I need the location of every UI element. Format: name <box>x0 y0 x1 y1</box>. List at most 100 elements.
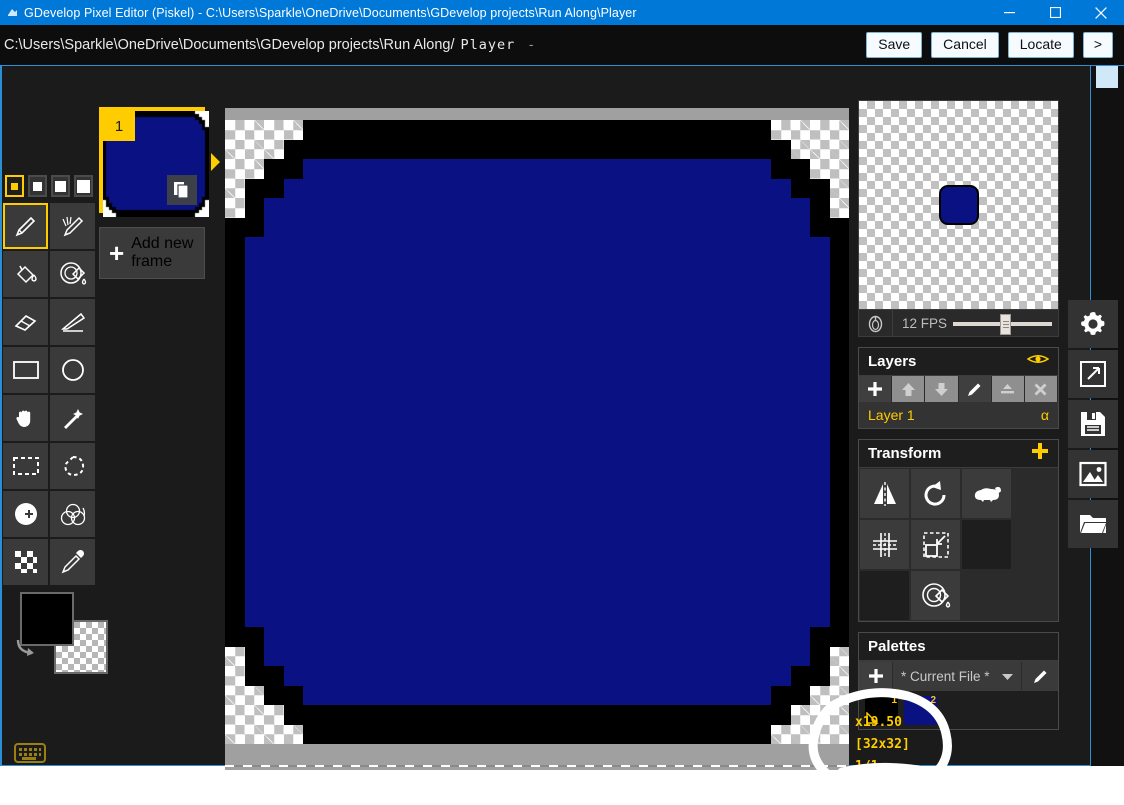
sprite-pixel[interactable] <box>654 159 674 179</box>
pen-size-3[interactable] <box>51 175 70 197</box>
sprite-pixel[interactable] <box>498 295 518 315</box>
sprite-pixel[interactable] <box>517 315 537 335</box>
sprite-pixel[interactable] <box>810 529 830 549</box>
sprite-pixel[interactable] <box>264 159 284 179</box>
magic-wand-tool[interactable] <box>50 395 95 441</box>
sprite-pixel[interactable] <box>342 334 362 354</box>
sprite-pixel[interactable] <box>556 549 576 569</box>
sprite-pixel[interactable] <box>342 432 362 452</box>
sprite-pixel[interactable] <box>459 120 479 140</box>
sprite-pixel[interactable] <box>654 139 674 159</box>
sprite-pixel[interactable] <box>537 451 557 471</box>
sprite-pixel[interactable] <box>556 588 576 608</box>
sprite-pixel[interactable] <box>751 315 771 335</box>
sprite-pixel[interactable] <box>322 373 342 393</box>
sprite-pixel[interactable] <box>556 451 576 471</box>
sprite-pixel[interactable] <box>264 198 284 218</box>
sprite-pixel[interactable] <box>439 295 459 315</box>
sprite-pixel[interactable] <box>420 393 440 413</box>
sprite-pixel[interactable] <box>322 139 342 159</box>
sprite-pixel[interactable] <box>498 198 518 218</box>
sprite-pixel[interactable] <box>829 159 849 179</box>
sprite-pixel[interactable] <box>264 334 284 354</box>
sprite-pixel[interactable] <box>459 568 479 588</box>
sprite-pixel[interactable] <box>342 568 362 588</box>
sprite-pixel[interactable] <box>498 705 518 725</box>
sprite-pixel[interactable] <box>439 646 459 666</box>
sprite-pixel[interactable] <box>498 490 518 510</box>
rotate-button[interactable] <box>911 469 960 518</box>
sprite-pixel[interactable] <box>556 705 576 725</box>
sprite-pixel[interactable] <box>615 178 635 198</box>
sprite-pixel[interactable] <box>810 432 830 452</box>
sprite-pixel[interactable] <box>556 354 576 374</box>
sprite-pixel[interactable] <box>537 412 557 432</box>
sprite-pixel[interactable] <box>654 198 674 218</box>
sprite-pixel[interactable] <box>498 354 518 374</box>
sprite-pixel[interactable] <box>264 120 284 140</box>
sprite-pixel[interactable] <box>810 237 830 257</box>
sprite-pixel[interactable] <box>615 568 635 588</box>
maximize-icon[interactable] <box>1032 0 1078 25</box>
sprite-pixel[interactable] <box>751 588 771 608</box>
sprite-pixel[interactable] <box>381 178 401 198</box>
sprite-pixel[interactable] <box>790 159 810 179</box>
sprite-pixel[interactable] <box>615 549 635 569</box>
sprite-pixel[interactable] <box>400 666 420 686</box>
sprite-pixel[interactable] <box>322 451 342 471</box>
sprite-pixel[interactable] <box>264 373 284 393</box>
sprite-pixel[interactable] <box>654 334 674 354</box>
sprite-pixel[interactable] <box>829 237 849 257</box>
sprite-pixel[interactable] <box>361 666 381 686</box>
sprite-pixel[interactable] <box>751 198 771 218</box>
sprite-pixel[interactable] <box>615 354 635 374</box>
rail-scrollbar[interactable] <box>1096 66 1118 88</box>
sprite-pixel[interactable] <box>381 471 401 491</box>
sprite-pixel[interactable] <box>751 490 771 510</box>
sprite-pixel[interactable] <box>634 490 654 510</box>
sprite-pixel[interactable] <box>322 705 342 725</box>
sprite-pixel[interactable] <box>283 178 303 198</box>
sprite-pixel[interactable] <box>537 705 557 725</box>
sprite-pixel[interactable] <box>381 627 401 647</box>
sprite-pixel[interactable] <box>595 588 615 608</box>
sprite-pixel[interactable] <box>381 120 401 140</box>
sprite-pixel[interactable] <box>420 256 440 276</box>
sprite-pixel[interactable] <box>459 705 479 725</box>
sprite-pixel[interactable] <box>673 627 693 647</box>
sprite-pixel[interactable] <box>459 256 479 276</box>
sprite-pixel[interactable] <box>810 315 830 335</box>
sprite-pixel[interactable] <box>244 139 264 159</box>
sprite-pixel[interactable] <box>576 120 596 140</box>
sprite-pixel[interactable] <box>829 432 849 452</box>
sprite-pixel[interactable] <box>829 393 849 413</box>
sprite-pixel[interactable] <box>225 510 245 530</box>
sprite-pixel[interactable] <box>303 490 323 510</box>
sprite-pixel[interactable] <box>556 724 576 744</box>
sprite-pixel[interactable] <box>303 588 323 608</box>
sprite-pixel[interactable] <box>459 471 479 491</box>
locate-button[interactable]: Locate <box>1007 32 1074 58</box>
sprite-pixel[interactable] <box>517 159 537 179</box>
sprite-pixel[interactable] <box>303 139 323 159</box>
sprite-pixel[interactable] <box>498 217 518 237</box>
sprite-pixel[interactable] <box>478 120 498 140</box>
swap-arrow-icon[interactable] <box>14 636 40 660</box>
sprite-pixel[interactable] <box>361 315 381 335</box>
sprite-pixel[interactable] <box>264 627 284 647</box>
sprite-pixel[interactable] <box>322 549 342 569</box>
sprite-pixel[interactable] <box>342 529 362 549</box>
sprite-pixel[interactable] <box>829 120 849 140</box>
sprite-pixel[interactable] <box>654 217 674 237</box>
sprite-pixel[interactable] <box>420 549 440 569</box>
sprite-pixel[interactable] <box>478 295 498 315</box>
sprite-pixel[interactable] <box>693 451 713 471</box>
sprite-pixel[interactable] <box>420 120 440 140</box>
sprite-pixel[interactable] <box>693 159 713 179</box>
sprite-pixel[interactable] <box>829 490 849 510</box>
sprite-pixel[interactable] <box>303 724 323 744</box>
sprite-pixel[interactable] <box>693 334 713 354</box>
sprite-pixel[interactable] <box>478 568 498 588</box>
sprite-pixel[interactable] <box>732 490 752 510</box>
sprite-pixel[interactable] <box>771 256 791 276</box>
